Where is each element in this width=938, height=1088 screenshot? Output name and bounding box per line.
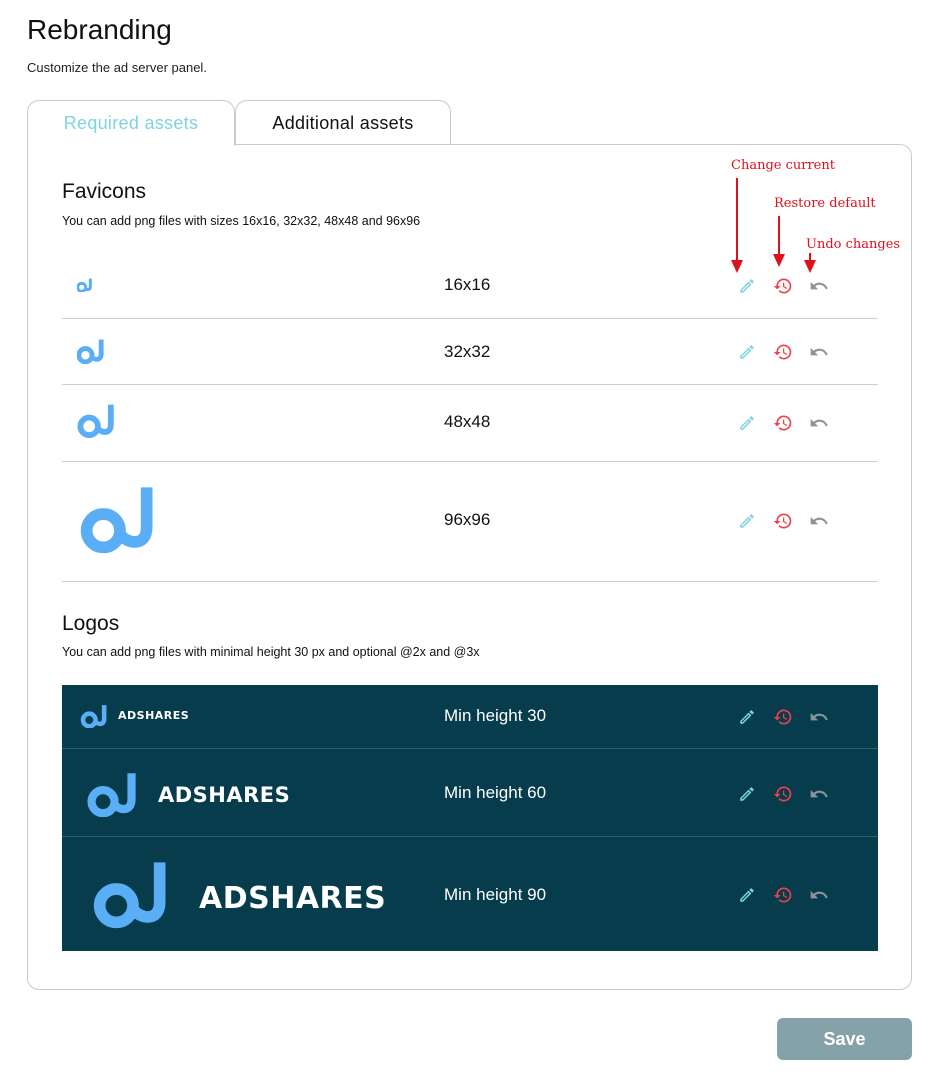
favicon-size-label: 96x96 [444, 510, 491, 529]
adshares-logo-icon [87, 773, 136, 817]
undo-icon[interactable] [808, 275, 830, 297]
annotation-change-current: Change current [731, 158, 835, 173]
restore-history-icon[interactable] [772, 510, 794, 532]
logo-size-label: Min height 30 [444, 706, 547, 725]
restore-history-icon[interactable] [772, 884, 794, 906]
adshares-logo-icon [80, 487, 153, 554]
favicon-row-96: 96x96 [62, 462, 878, 582]
adshares-logo-icon [77, 278, 92, 292]
undo-icon[interactable] [808, 412, 830, 434]
pencil-icon[interactable] [736, 783, 758, 805]
logo-size-label: Min height 60 [444, 783, 547, 802]
logo-actions [736, 706, 830, 728]
logo-row-60: ADSHARES Min height 60 [62, 749, 878, 837]
logo-actions [736, 884, 830, 906]
favicon-row-48: 48x48 [62, 385, 878, 462]
pencil-icon[interactable] [736, 275, 758, 297]
favicon-size-label: 48x48 [444, 412, 491, 431]
favicon-actions [736, 341, 830, 363]
required-assets-panel: Favicons You can add png files with size… [27, 144, 912, 990]
arrow-down-icon [731, 178, 743, 273]
page-title: Rebranding [27, 14, 172, 45]
favicon-size-label: 16x16 [444, 275, 491, 294]
adshares-wordmark: ADSHARES [158, 783, 291, 807]
restore-history-icon[interactable] [772, 706, 794, 728]
undo-icon[interactable] [808, 341, 830, 363]
logo-row-90: ADSHARES Min height 90 [62, 837, 878, 951]
pencil-icon[interactable] [736, 884, 758, 906]
favicon-row-32: 32x32 [62, 319, 878, 385]
save-button[interactable]: Save [777, 1018, 912, 1060]
pencil-icon[interactable] [736, 341, 758, 363]
favicon-actions [736, 412, 830, 434]
favicon-row-16: 16x16 [62, 251, 878, 319]
logos-title: Logos [62, 612, 120, 635]
favicon-actions [736, 275, 830, 297]
restore-history-icon[interactable] [772, 341, 794, 363]
pencil-icon[interactable] [736, 510, 758, 532]
pencil-icon[interactable] [736, 706, 758, 728]
restore-history-icon[interactable] [772, 783, 794, 805]
tab-required-assets[interactable]: Required assets [27, 100, 235, 146]
restore-history-icon[interactable] [772, 275, 794, 297]
undo-icon[interactable] [808, 884, 830, 906]
undo-icon[interactable] [808, 510, 830, 532]
page-subtitle: Customize the ad server panel. [27, 60, 207, 75]
tab-additional-assets[interactable]: Additional assets [235, 100, 451, 145]
annotation-restore-default: Restore default [774, 196, 876, 211]
favicons-description: You can add png files with sizes 16x16, … [62, 214, 421, 228]
favicon-actions [736, 510, 830, 532]
logo-row-30: ADSHARES Min height 30 [62, 685, 878, 749]
undo-icon[interactable] [808, 706, 830, 728]
adshares-logo-icon [80, 705, 107, 728]
adshares-logo-icon [77, 339, 104, 364]
adshares-logo-icon [77, 404, 114, 438]
logos-description: You can add png files with minimal heigh… [62, 645, 480, 659]
pencil-icon[interactable] [736, 412, 758, 434]
favicon-size-label: 32x32 [444, 342, 491, 361]
arrow-down-icon [804, 253, 816, 273]
logo-actions [736, 783, 830, 805]
adshares-wordmark: ADSHARES [199, 881, 387, 916]
undo-icon[interactable] [808, 783, 830, 805]
annotation-undo-changes: Undo changes [806, 237, 901, 252]
restore-history-icon[interactable] [772, 412, 794, 434]
favicons-title: Favicons [62, 180, 147, 203]
adshares-wordmark: ADSHARES [118, 709, 190, 722]
logo-size-label: Min height 90 [444, 885, 547, 904]
adshares-logo-icon [93, 862, 166, 929]
arrow-down-icon [773, 216, 785, 267]
